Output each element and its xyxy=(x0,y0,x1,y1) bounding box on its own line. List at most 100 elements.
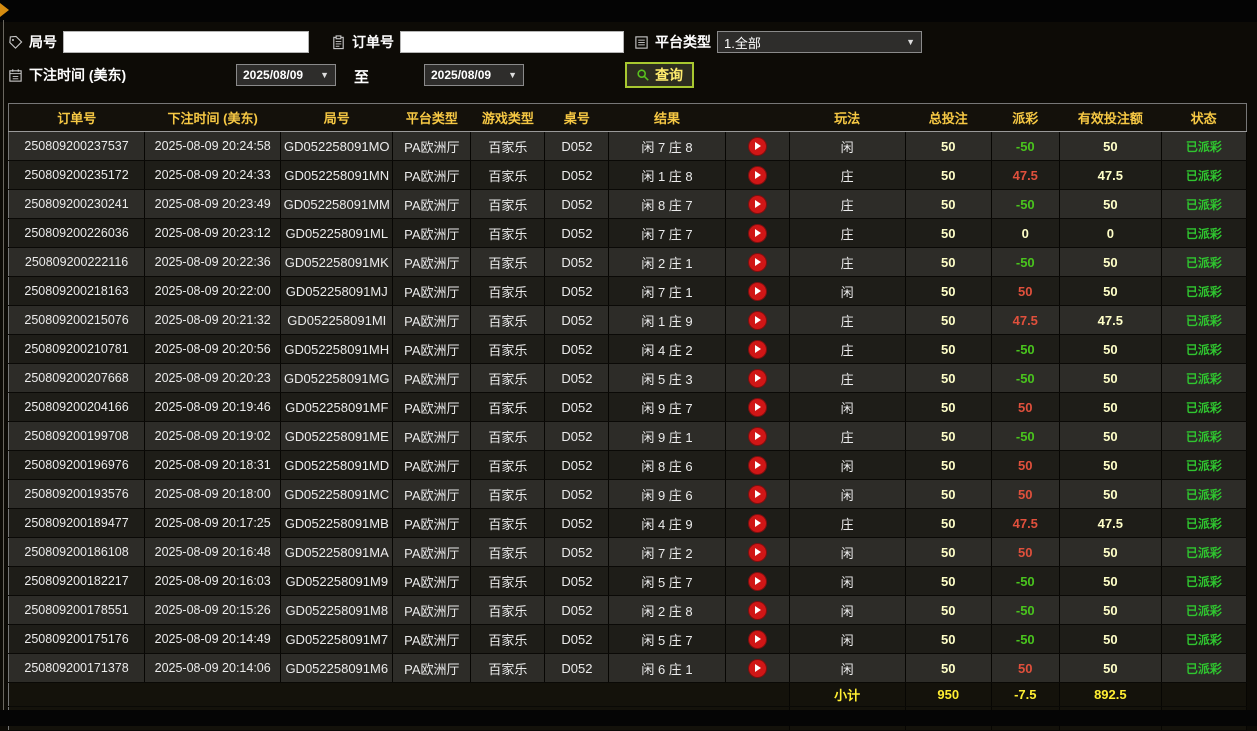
subtotal-total-bet: 950 xyxy=(905,682,992,707)
cell-result: 闲 2 庄 1 xyxy=(608,247,726,277)
cell-table_no: D052 xyxy=(544,218,610,248)
cell-round: GD052258091MM xyxy=(280,189,394,219)
cell-order: 250809200207668 xyxy=(8,363,146,393)
cell-method: 庄 xyxy=(789,508,906,538)
replay-video-button[interactable] xyxy=(747,397,767,417)
cell-valid: 50 xyxy=(1059,595,1162,625)
cell-result: 闲 8 庄 6 xyxy=(608,450,726,480)
table-row: 250809200207668 2025-08-09 20:20:23 GD0522… xyxy=(8,363,1248,393)
cell-time: 2025-08-09 20:23:49 xyxy=(144,189,282,219)
replay-cell xyxy=(725,363,790,393)
round-number-input[interactable] xyxy=(63,31,309,53)
cell-order: 250809200235172 xyxy=(8,160,146,190)
replay-video-button[interactable] xyxy=(747,223,767,243)
cell-table_no: D052 xyxy=(544,363,610,393)
orders-table: 订单号 下注时间 (美东) 局号 平台类型 游戏类型 桌号 结果 玩法 总投注 派彩 有效投注额 状态… xyxy=(8,103,1248,731)
bet-time-label: 下注时间 (美东) xyxy=(29,67,127,83)
cell-platform: PA欧洲厅 xyxy=(392,189,472,219)
replay-video-button[interactable] xyxy=(747,542,767,562)
replay-video-button[interactable] xyxy=(747,368,767,388)
cell-order: 250809200237537 xyxy=(8,131,146,161)
replay-video-button[interactable] xyxy=(747,281,767,301)
column-header: 订单号 xyxy=(8,103,145,132)
cell-method: 闲 xyxy=(789,479,906,509)
date-to-picker[interactable]: 2025/08/09 ▼ xyxy=(424,64,524,86)
replay-video-button[interactable] xyxy=(747,571,767,591)
table-row: 250809200237537 2025-08-09 20:24:58 GD0522… xyxy=(8,131,1248,161)
cell-payout: 47.5 xyxy=(991,508,1060,538)
cell-round: GD052258091MA xyxy=(280,537,394,567)
cell-bet: 50 xyxy=(905,276,992,306)
cell-bet: 50 xyxy=(905,566,992,596)
cell-game: 百家乐 xyxy=(470,537,546,567)
replay-video-button[interactable] xyxy=(747,310,767,330)
cell-table_no: D052 xyxy=(544,508,610,538)
cell-round: GD052258091MD xyxy=(280,450,394,480)
replay-video-button[interactable] xyxy=(747,513,767,533)
cell-status: 已派彩 xyxy=(1161,421,1248,451)
cell-method: 闲 xyxy=(789,131,906,161)
cell-time: 2025-08-09 20:24:33 xyxy=(144,160,282,190)
clipboard-icon xyxy=(333,34,344,49)
play-icon xyxy=(755,490,762,498)
play-icon xyxy=(755,258,762,266)
cell-order: 250809200193576 xyxy=(8,479,146,509)
cell-table_no: D052 xyxy=(544,189,610,219)
cell-game: 百家乐 xyxy=(470,595,546,625)
replay-video-button[interactable] xyxy=(747,658,767,678)
cell-game: 百家乐 xyxy=(470,653,546,683)
replay-cell xyxy=(725,334,790,364)
cell-order: 250809200222116 xyxy=(8,247,146,277)
cell-time: 2025-08-09 20:15:26 xyxy=(144,595,282,625)
cell-valid: 47.5 xyxy=(1059,160,1162,190)
replay-cell xyxy=(725,276,790,306)
replay-video-button[interactable] xyxy=(747,194,767,214)
top-bar xyxy=(0,0,1257,22)
cell-round: GD052258091M8 xyxy=(280,595,394,625)
date-from-picker[interactable]: 2025/08/09 ▼ xyxy=(236,64,336,86)
cell-status: 已派彩 xyxy=(1161,653,1248,683)
replay-video-button[interactable] xyxy=(747,136,767,156)
replay-video-button[interactable] xyxy=(747,165,767,185)
cell-game: 百家乐 xyxy=(470,508,546,538)
cell-status: 已派彩 xyxy=(1161,392,1248,422)
platform-selected-value: 1.全部 xyxy=(724,35,761,51)
platform-type-select[interactable]: 1.全部 ▼ xyxy=(717,31,922,53)
replay-video-button[interactable] xyxy=(747,455,767,475)
cell-result: 闲 2 庄 8 xyxy=(608,595,726,625)
cell-result: 闲 9 庄 6 xyxy=(608,479,726,509)
cell-payout: 47.5 xyxy=(991,160,1060,190)
play-icon xyxy=(755,606,762,614)
cell-time: 2025-08-09 20:20:56 xyxy=(144,334,282,364)
cell-round: GD052258091M6 xyxy=(280,653,394,683)
search-icon xyxy=(637,69,649,81)
column-header: 桌号 xyxy=(544,103,609,132)
cell-method: 庄 xyxy=(789,160,906,190)
order-number-input[interactable] xyxy=(400,31,624,53)
panel-border xyxy=(3,20,4,726)
column-header: 总投注 xyxy=(905,103,992,132)
search-button[interactable]: 查询 xyxy=(625,62,694,88)
replay-video-button[interactable] xyxy=(747,629,767,649)
table-row: 250809200204166 2025-08-09 20:19:46 GD0522… xyxy=(8,392,1248,422)
cell-bet: 50 xyxy=(905,653,992,683)
subtotal-payout: -7.5 xyxy=(991,682,1060,707)
cell-order: 250809200210781 xyxy=(8,334,146,364)
replay-cell xyxy=(725,247,790,277)
panel-collapse-handle[interactable] xyxy=(0,3,9,17)
cell-valid: 50 xyxy=(1059,276,1162,306)
table-row: 250809200210781 2025-08-09 20:20:56 GD0522… xyxy=(8,334,1248,364)
replay-cell xyxy=(725,595,790,625)
cell-time: 2025-08-09 20:16:03 xyxy=(144,566,282,596)
replay-video-button[interactable] xyxy=(747,339,767,359)
replay-video-button[interactable] xyxy=(747,600,767,620)
cell-time: 2025-08-09 20:16:48 xyxy=(144,537,282,567)
replay-video-button[interactable] xyxy=(747,252,767,272)
cell-round: GD052258091MC xyxy=(280,479,394,509)
replay-video-button[interactable] xyxy=(747,484,767,504)
cell-round: GD052258091MF xyxy=(280,392,394,422)
cell-game: 百家乐 xyxy=(470,450,546,480)
cell-bet: 50 xyxy=(905,334,992,364)
table-row: 250809200193576 2025-08-09 20:18:00 GD0522… xyxy=(8,479,1248,509)
replay-video-button[interactable] xyxy=(747,426,767,446)
